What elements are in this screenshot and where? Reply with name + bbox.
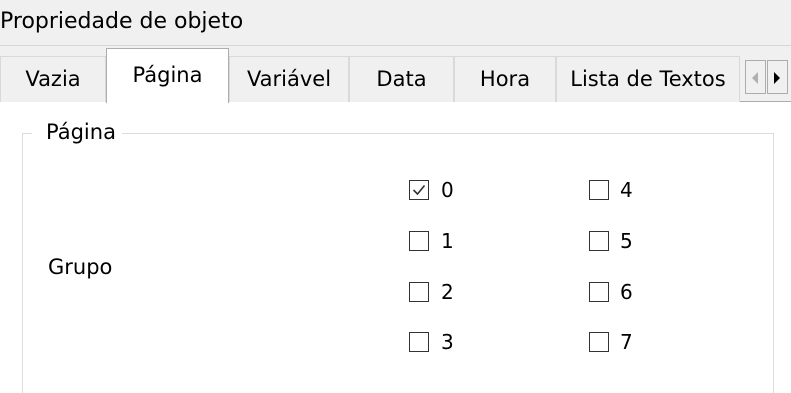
checkbox-4-label: 4 bbox=[620, 178, 633, 202]
checkbox-3[interactable] bbox=[409, 332, 429, 352]
checkmark-icon bbox=[412, 184, 426, 196]
checkbox-2-label: 2 bbox=[441, 280, 454, 304]
arrow-right-icon bbox=[774, 72, 780, 84]
tab-vazia[interactable]: Vazia bbox=[0, 56, 106, 102]
checkbox-7-label: 7 bbox=[620, 330, 633, 354]
checkbox-3-label: 3 bbox=[441, 330, 454, 354]
checkbox-5[interactable] bbox=[589, 231, 609, 251]
tab-hora[interactable]: Hora bbox=[454, 56, 556, 102]
tab-scroll-right-button[interactable] bbox=[767, 60, 788, 94]
tab-data[interactable]: Data bbox=[349, 56, 454, 102]
groupbox-pagina bbox=[22, 133, 774, 393]
checkbox-7[interactable] bbox=[589, 332, 609, 352]
tab-variavel[interactable]: Variável bbox=[229, 56, 349, 102]
checkbox-6-label: 6 bbox=[620, 280, 633, 304]
checkbox-1-label: 1 bbox=[441, 229, 454, 253]
checkbox-0-label: 0 bbox=[441, 178, 454, 202]
checkbox-0[interactable] bbox=[409, 180, 429, 200]
grupo-label: Grupo bbox=[48, 255, 113, 279]
checkbox-6[interactable] bbox=[589, 282, 609, 302]
tab-pagina[interactable]: Página bbox=[106, 48, 229, 103]
title-bar: Propriedade de objeto bbox=[0, 0, 791, 46]
groupbox-title: Página bbox=[32, 117, 122, 147]
checkbox-4[interactable] bbox=[589, 180, 609, 200]
checkbox-5-label: 5 bbox=[620, 229, 633, 253]
tab-scroll-left-button[interactable] bbox=[745, 60, 766, 94]
tab-lista-de-textos[interactable]: Lista de Textos bbox=[556, 56, 740, 102]
checkbox-2[interactable] bbox=[409, 282, 429, 302]
window-title: Propriedade de objeto bbox=[0, 9, 244, 34]
arrow-left-icon bbox=[752, 72, 758, 84]
checkbox-1[interactable] bbox=[409, 231, 429, 251]
